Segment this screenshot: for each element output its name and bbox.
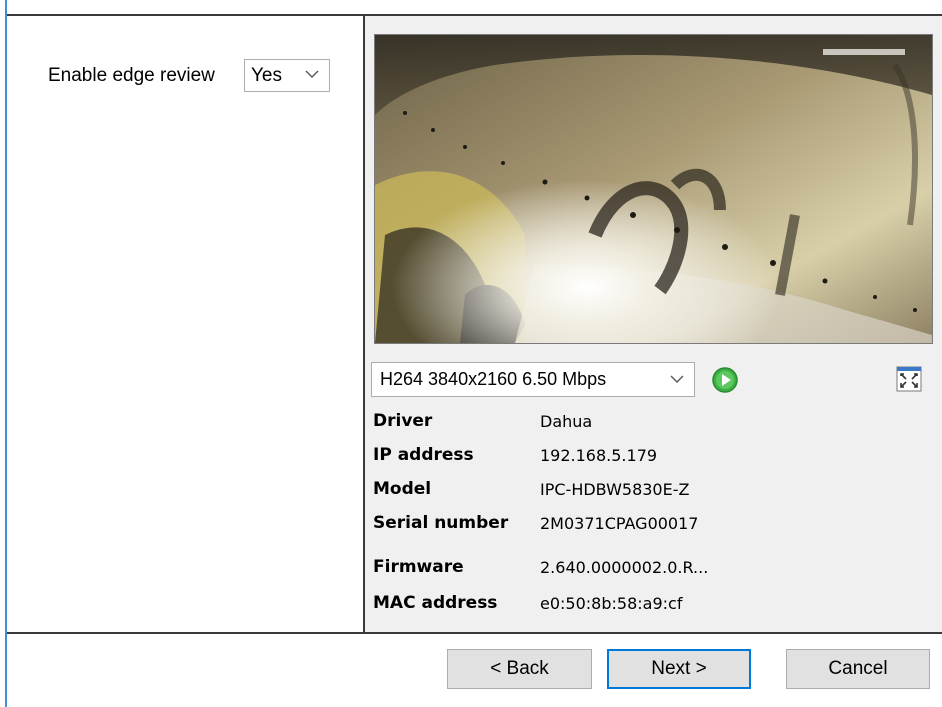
info-label: IP address	[373, 445, 474, 465]
edge-review-label: Enable edge review	[48, 65, 215, 86]
info-value: e0:50:8b:58:a9:cf	[540, 594, 683, 613]
edge-review-value: Yes	[251, 64, 282, 86]
info-label: Firmware	[373, 557, 464, 577]
edge-review-select[interactable]: Yes	[244, 59, 330, 92]
info-label: Driver	[373, 411, 433, 431]
next-button[interactable]: Next >	[607, 649, 751, 689]
back-button[interactable]: < Back	[447, 649, 592, 689]
camera-video-preview	[374, 34, 933, 344]
info-value: 192.168.5.179	[540, 446, 658, 465]
info-label: Model	[373, 479, 432, 499]
info-value: Dahua	[540, 412, 593, 431]
fullscreen-icon[interactable]	[896, 366, 922, 392]
info-label: MAC address	[373, 593, 498, 613]
info-value: IPC-HDBW5830E-Z	[540, 480, 690, 499]
bottom-divider	[7, 632, 942, 634]
info-value: 2.640.0000002.0.R...	[540, 558, 709, 577]
chevron-down-icon	[670, 375, 684, 383]
stream-profile-select[interactable]: H264 3840x2160 6.50 Mbps	[371, 362, 695, 397]
cancel-button[interactable]: Cancel	[786, 649, 930, 689]
vertical-divider	[363, 14, 365, 634]
chevron-down-icon	[305, 70, 319, 78]
stream-profile-value: H264 3840x2160 6.50 Mbps	[380, 369, 607, 389]
play-icon[interactable]	[711, 366, 739, 394]
info-label: Serial number	[373, 513, 509, 533]
left-accent-border	[0, 0, 7, 707]
info-value: 2M0371CPAG00017	[540, 514, 699, 533]
